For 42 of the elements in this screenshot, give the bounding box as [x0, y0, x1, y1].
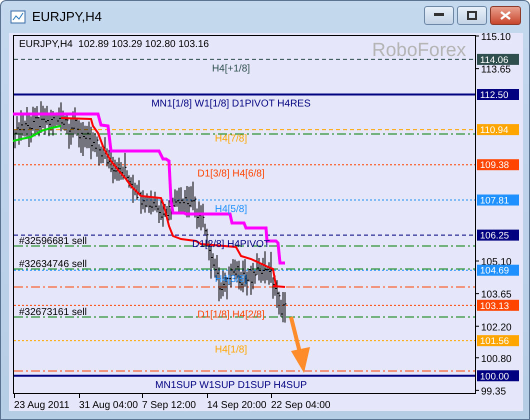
level-label: MN1[1/8] W1[1/8] D1PIVOT H4RES [151, 98, 311, 110]
level-label: H4[+1/8] [212, 63, 250, 74]
level-label: D1[3/8] H4[6/8] [197, 168, 265, 180]
price-tag: 101.56 [477, 335, 519, 348]
chart-window-icon [10, 8, 26, 24]
time-axis-label: 23 Aug 2011 [14, 400, 70, 411]
symbol-info: EURJPY,H4 102.89 103.29 102.80 103.16 [19, 39, 209, 50]
time-axis-label: 22 Sep 04:00 [271, 400, 330, 411]
price-tick-label: 99.35 [481, 386, 506, 398]
time-axis-label: 31 Aug 04:00 [79, 400, 138, 411]
price-tag: 114.06 [477, 54, 519, 66]
minimize-icon [434, 13, 444, 17]
order-label: #32673161 sell [19, 307, 87, 318]
order-label: #32634746 sell [19, 259, 87, 270]
price-tag: 112.50 [477, 89, 519, 101]
price-tick-label: 103.65 [481, 290, 512, 301]
price-tag: 109.38 [477, 159, 519, 172]
maximize-button[interactable] [457, 6, 487, 24]
price-tag: 103.13 [477, 300, 519, 312]
level-label: H4[7/8] [214, 134, 248, 145]
level-label: H4[5/8] [214, 204, 248, 216]
window-title: EURJPY,H4 [32, 9, 102, 24]
price-tag: 106.25 [477, 230, 519, 242]
restore-icon [467, 10, 477, 20]
time-axis-label: 14 Sep 20:00 [207, 400, 266, 411]
close-icon [500, 10, 511, 20]
price-tag: 104.69 [477, 264, 519, 277]
price-tick-label: 115.10 [481, 33, 511, 43]
price-tag: 110.94 [477, 124, 519, 136]
time-axis-label: 7 Sep 12:00 [142, 400, 196, 411]
order-label: #32596681 sell [19, 236, 87, 247]
price-tag: 107.81 [477, 194, 519, 207]
price-tick-label: 102.20 [481, 322, 512, 334]
price-tag: 100.00 [477, 370, 519, 382]
price-tick-label: 113.65 [481, 64, 511, 76]
minimize-button[interactable] [424, 6, 454, 24]
level-label: MN1SUP W1SUP D1SUP H4SUP [155, 380, 307, 391]
close-button[interactable] [490, 6, 521, 24]
broker-logo-text: RoboForex [372, 40, 466, 61]
price-tick-label: 100.80 [481, 354, 512, 365]
level-label: H4[1/8] [214, 344, 248, 356]
down-arrow [289, 316, 310, 373]
